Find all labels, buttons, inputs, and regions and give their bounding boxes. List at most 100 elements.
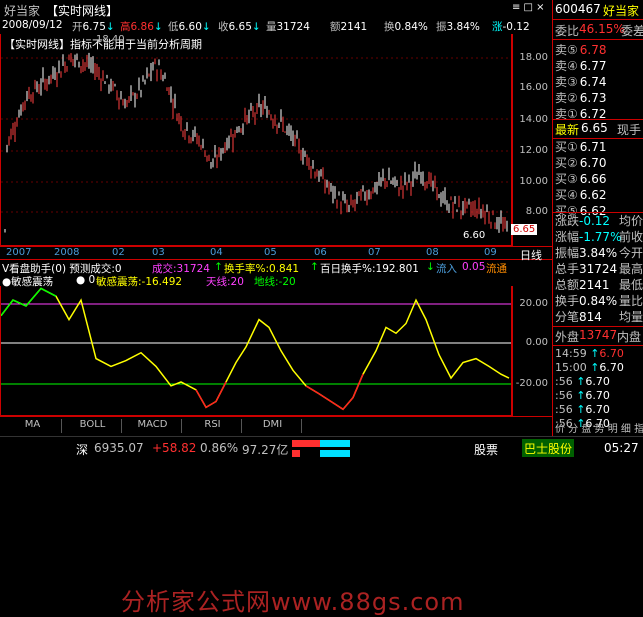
date-axis: 2007 2008 02 03 04 05 06 07 08 09 日线 xyxy=(0,246,552,263)
buy-row[interactable]: 买③ 6.66 xyxy=(555,170,606,186)
date-tick: 02 xyxy=(112,247,125,258)
indicator-pane[interactable]: 分析家公式网www.88gs.com xyxy=(0,286,512,616)
ticker-tag[interactable]: 巴士股份 xyxy=(522,439,575,457)
price-info-line: 2008/09/12 开6.75↓ 高6.86↓ 低6.60↓ 收6.65↓ 量… xyxy=(2,19,530,33)
tab-dmi[interactable]: DMI xyxy=(244,419,302,433)
ind-line2-b: ● 0 xyxy=(76,274,96,286)
ind-tick: 20.00 xyxy=(519,298,548,309)
date-tick: 03 xyxy=(152,247,165,258)
stat-row: 总额2141 最低 xyxy=(555,278,643,292)
open-value: 6.75 xyxy=(82,21,106,33)
vol-label: 量 xyxy=(266,21,277,33)
latest-value: 6.65 xyxy=(581,121,608,135)
stat-row: 换手0.84% 量比 xyxy=(555,294,643,308)
info-date: 2008/09/12 xyxy=(2,19,63,31)
sell-row[interactable]: 卖② 6.73 xyxy=(555,89,606,105)
index-pct: 0.86% xyxy=(200,441,239,455)
sell-row[interactable]: 卖③ 6.74 xyxy=(555,73,606,89)
sell-row[interactable]: 卖④ 6.77 xyxy=(555,57,606,73)
outer-value: 13747 xyxy=(579,328,618,342)
turn-value: 0.84% xyxy=(394,21,428,33)
stat-row: 总手31724 最高 xyxy=(555,262,643,276)
stock-code: 600467 xyxy=(555,2,601,16)
amp-value: 3.84% xyxy=(446,21,480,33)
date-tick: 2007 xyxy=(6,247,32,258)
ratio-value: 46.15% xyxy=(579,22,625,36)
ind-flow-in-val: 0.05 xyxy=(462,261,486,273)
buy-row[interactable]: 买④ 6.62 xyxy=(555,186,606,202)
date-tick: 04 xyxy=(210,247,223,258)
stat-row: 涨跌-0.12 均价 xyxy=(555,214,643,228)
y-tick: 16.00 xyxy=(519,82,548,93)
app-name: 好当家 xyxy=(4,4,41,18)
candlesticks xyxy=(4,52,508,233)
status-bar: 深 6935.07 +58.82 0.86% 97.27亿 股票 巴士股份 05… xyxy=(0,436,643,460)
oscillator-line xyxy=(1,287,510,411)
outer-label: 外盘 xyxy=(555,330,580,344)
buy-row[interactable]: 买① 6.71 xyxy=(555,138,606,154)
open-label: 开 xyxy=(72,21,83,33)
date-tick: 09 xyxy=(484,247,497,258)
title-bar: 好当家 【实时网线】 ≡ □ × xyxy=(0,0,552,18)
inner-label: 内盘 xyxy=(617,330,642,344)
ind-flow-in: 流入 xyxy=(436,263,457,275)
y-tick: 10.00 xyxy=(519,176,548,187)
date-tick: 05 xyxy=(264,247,277,258)
up-bar xyxy=(292,440,320,447)
vol-value: 31724 xyxy=(276,21,310,33)
high-label: 高 xyxy=(120,21,131,33)
high-value: 6.86 xyxy=(130,21,154,33)
kline-pane[interactable]: 【实时网线】指标不能用于当前分析周期 18.40 6.60 xyxy=(0,34,512,246)
index-name: 深 xyxy=(76,443,89,457)
watermark: 分析家公式网www.88gs.com xyxy=(121,588,465,616)
turn-label: 换 xyxy=(384,21,395,33)
oscillator-line-high xyxy=(1,287,57,317)
close-label: 收 xyxy=(218,21,229,33)
peak-label: 18.40 xyxy=(96,34,125,45)
indicator-chart xyxy=(1,287,511,411)
ind-tick: 0.00 xyxy=(525,337,548,348)
low-label: 低 xyxy=(168,21,179,33)
last-price-tag: 6.65 xyxy=(511,224,538,235)
kline-y-axis: 18.00 16.00 14.00 12.00 10.00 8.00 6.65 xyxy=(511,34,552,246)
chg-value: -0.12 xyxy=(502,21,530,33)
index-amount: 97.27亿 xyxy=(242,443,289,457)
oscillator-line-low2 xyxy=(305,373,364,411)
panel-footer[interactable]: 价 分 盘 势 明 细 指 标 xyxy=(555,420,643,435)
period-button[interactable]: 【实时网线】 xyxy=(46,2,118,19)
indicator-y-axis: 20.00 0.00 -20.00 xyxy=(512,286,552,416)
index-value: 6935.07 xyxy=(94,441,144,455)
date-tick: 07 xyxy=(368,247,381,258)
stat-row: 涨幅-1.77% 前收 xyxy=(555,230,643,244)
y-tick: 12.00 xyxy=(519,145,548,156)
stock-name: 好当家 xyxy=(603,4,640,18)
down-bar xyxy=(320,440,350,447)
clock: 05:27 xyxy=(604,441,639,455)
diff-label: 委差 xyxy=(621,24,643,38)
down-bar-small xyxy=(320,450,350,457)
tab-macd[interactable]: MACD xyxy=(124,419,182,433)
tab-rsi[interactable]: RSI xyxy=(184,419,242,433)
y-tick: 14.00 xyxy=(519,114,548,125)
date-tick: 06 xyxy=(314,247,327,258)
buy-row[interactable]: 买② 6.70 xyxy=(555,154,606,170)
tab-boll[interactable]: BOLL xyxy=(64,419,122,433)
amt-value: 2141 xyxy=(340,21,368,33)
ind-tick: -20.00 xyxy=(515,378,548,389)
y-tick: 18.00 xyxy=(519,52,548,63)
sell-row[interactable]: 卖⑤ 6.78 xyxy=(555,41,606,57)
tab-ma[interactable]: MA xyxy=(4,419,62,433)
stat-row: 振幅3.84% 今开 xyxy=(555,246,643,260)
period-label[interactable]: 日线 xyxy=(520,247,542,263)
quote-panel: 600467 好当家 委比 46.15% 委差 卖⑤ 6.78 卖④ 6.77 卖③… xyxy=(552,0,643,436)
indicator-tabs: MA BOLL MACD RSI DMI xyxy=(0,416,552,434)
ind-flow-out: 流通 xyxy=(486,263,507,275)
amp-label: 振 xyxy=(436,21,447,33)
date-tick: 08 xyxy=(426,247,439,258)
up-bar-small xyxy=(292,450,300,457)
date-tick: 2008 xyxy=(54,247,80,258)
window-controls[interactable]: ≡ □ × xyxy=(512,2,545,13)
stat-row: 分笔814 均量 xyxy=(555,310,643,324)
close-value: 6.65 xyxy=(228,21,252,33)
ind-turn100: 百日换手%:192.801 xyxy=(320,263,419,275)
